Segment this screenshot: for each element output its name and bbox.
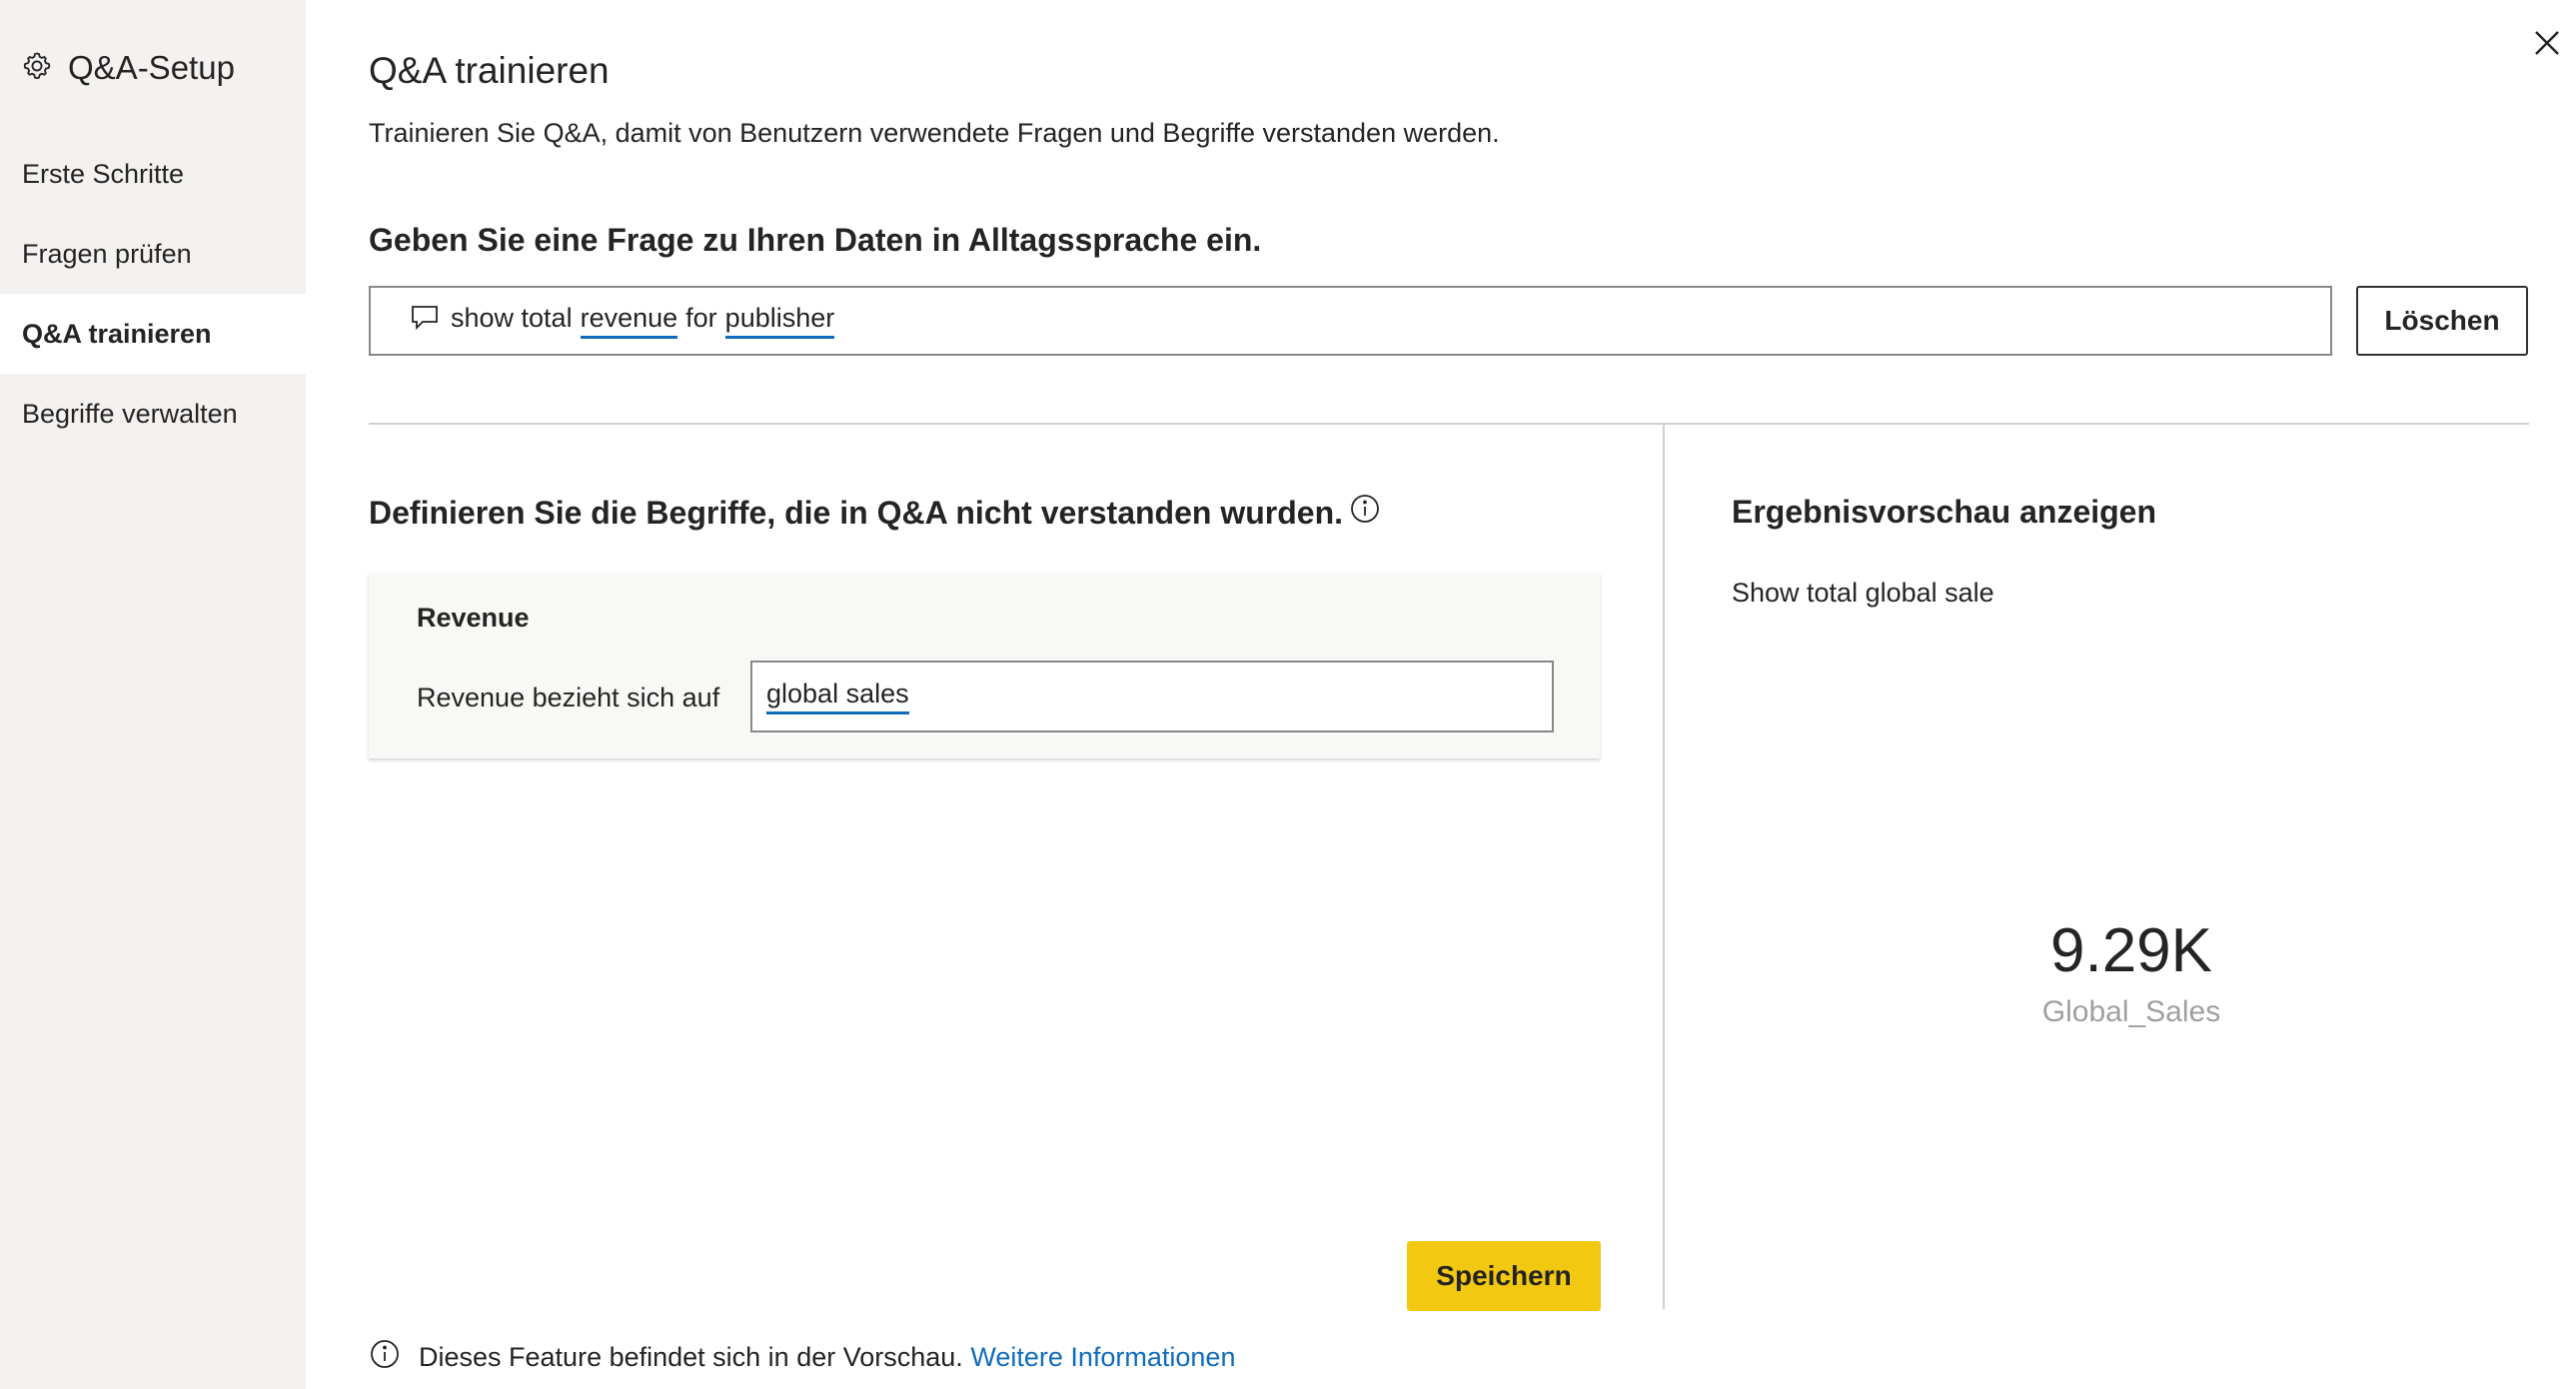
kpi-card: 9.29K Global_Sales — [1732, 916, 2531, 1029]
term-name: Revenue — [417, 603, 530, 633]
question-word: show total — [451, 303, 573, 333]
term-refers-label: Revenue bezieht sich auf — [417, 683, 720, 712]
kpi-label: Global_Sales — [2041, 995, 2221, 1029]
horizontal-divider — [369, 423, 2529, 425]
question-text: show total revenue for publisher — [451, 303, 835, 339]
save-button[interactable]: Speichern — [1407, 1241, 1601, 1311]
preview-title: Ergebnisvorschau anzeigen — [1732, 494, 2157, 530]
preview-notice: Dieses Feature befindet sich in der Vors… — [369, 1337, 1235, 1377]
sidebar-header: Q&A-Setup — [20, 46, 235, 90]
question-word: for — [685, 303, 717, 333]
define-terms-title: Definieren Sie die Begriffe, die in Q&A … — [369, 493, 1381, 533]
preview-question: Show total global sale — [1732, 578, 1994, 608]
question-input[interactable]: show total revenue for publisher — [369, 286, 2332, 356]
question-label: Geben Sie eine Frage zu Ihren Daten in A… — [369, 222, 1262, 258]
page-subtitle: Trainieren Sie Q&A, damit von Benutzern … — [369, 118, 1500, 148]
clear-button[interactable]: Löschen — [2356, 286, 2528, 356]
close-button[interactable] — [2530, 26, 2564, 60]
close-icon — [2535, 31, 2559, 55]
sidebar-title: Q&A-Setup — [68, 49, 235, 86]
comment-icon — [411, 305, 439, 338]
info-icon[interactable] — [1349, 493, 1381, 533]
sidebar-item-begriffe-verwalten[interactable]: Begriffe verwalten — [0, 374, 306, 454]
term-card: Revenue Revenue bezieht sich auf global … — [369, 573, 1600, 758]
sidebar-item-qa-trainieren[interactable]: Q&A trainieren — [0, 294, 306, 374]
term-definition-value: global sales — [766, 679, 909, 714]
define-terms-text: Definieren Sie die Begriffe, die in Q&A … — [369, 494, 1343, 531]
kpi-value: 9.29K — [2049, 916, 2213, 985]
preview-notice-text: Dieses Feature befindet sich in der Vors… — [419, 1341, 963, 1372]
more-info-link[interactable]: Weitere Informationen — [970, 1342, 1235, 1372]
question-word-unrecognized: publisher — [724, 303, 835, 339]
gear-icon — [20, 49, 54, 88]
term-definition-input[interactable]: global sales — [750, 661, 1554, 732]
sidebar-item-fragen-pruefen[interactable]: Fragen prüfen — [0, 214, 306, 294]
page-title: Q&A trainieren — [369, 50, 610, 91]
sidebar: Q&A-Setup Erste Schritte Fragen prüfen Q… — [0, 0, 306, 1389]
question-word-unrecognized: revenue — [580, 303, 678, 339]
info-icon — [369, 1338, 401, 1377]
vertical-divider — [1663, 425, 1665, 1309]
sidebar-item-erste-schritte[interactable]: Erste Schritte — [0, 134, 306, 214]
